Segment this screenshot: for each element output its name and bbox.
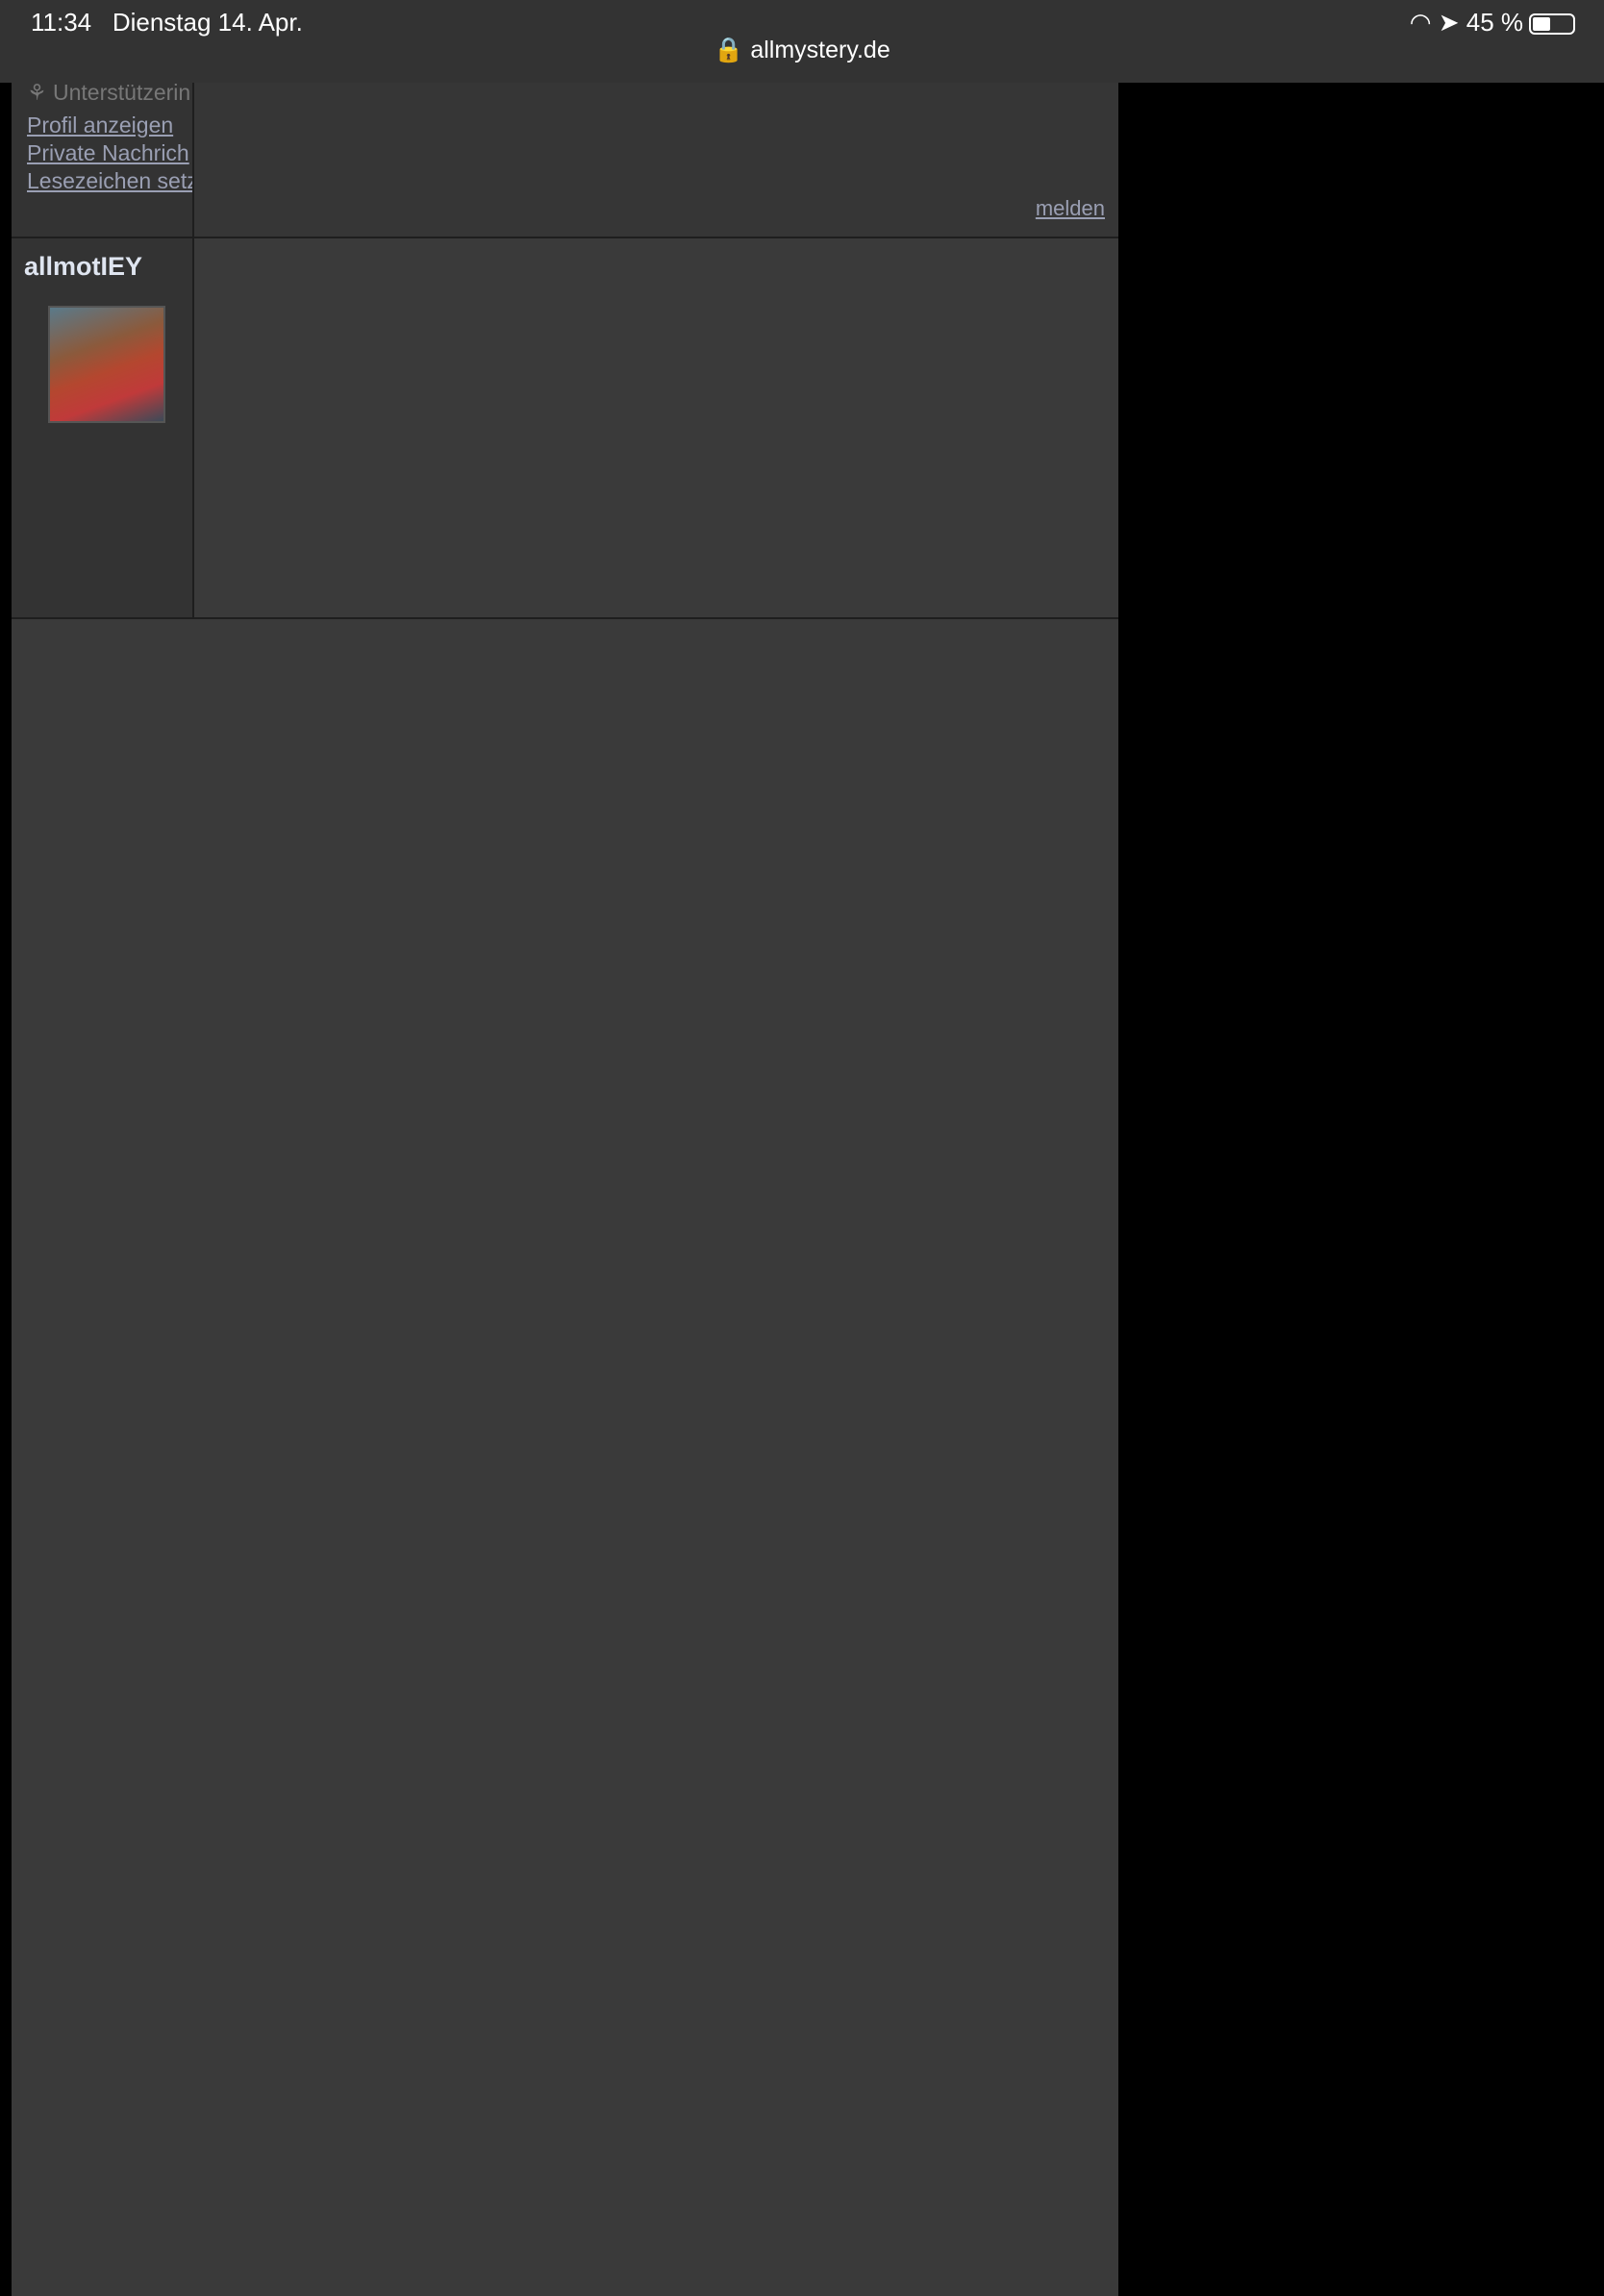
avatar[interactable] (48, 306, 165, 423)
ios-status-bar: 11:34 Dienstag 14. Apr. 🔒 allmystery.de … (0, 0, 1604, 83)
user-links: Profil anzeigen Private Nachrich Lesezei… (27, 112, 192, 195)
post-sidebar: ⚘ Unterstützerin Profil anzeigen Private… (12, 83, 194, 237)
supporter-badge: ⚘ Unterstützerin (27, 83, 191, 105)
lock-icon: 🔒 (714, 37, 744, 63)
location-icon: ➤ (1438, 8, 1460, 37)
post-username[interactable]: allmotIEY (24, 252, 142, 282)
address-bar[interactable]: 🔒 allmystery.de (0, 37, 1604, 64)
bookmark-link[interactable]: Lesezeichen setz (27, 167, 192, 195)
post-sidebar: allmotIEY (12, 238, 194, 617)
status-indicators: ◠ ➤ 45 % (1410, 8, 1575, 37)
profile-link[interactable]: Profil anzeigen (27, 112, 192, 139)
wifi-icon: ◠ (1409, 8, 1432, 37)
status-time: 11:34 Dienstag 14. Apr. (31, 8, 303, 37)
battery-icon (1529, 13, 1575, 36)
post-body: melden (194, 83, 1118, 237)
post: allmotIEY (12, 238, 1118, 619)
report-link[interactable]: melden (1036, 196, 1105, 221)
post-previous: ⚘ Unterstützerin Profil anzeigen Private… (12, 83, 1118, 238)
pm-link[interactable]: Private Nachrich (27, 139, 192, 167)
forum-thread: ⚘ Unterstützerin Profil anzeigen Private… (12, 83, 1118, 2296)
